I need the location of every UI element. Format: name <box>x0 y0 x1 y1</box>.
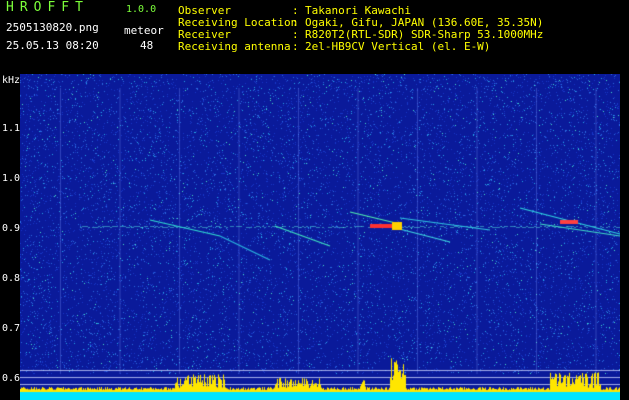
header-panel: HROFFT 1.0.0 2505130820.png meteor 25.05… <box>0 0 629 74</box>
y-tick-label: 1.1 <box>2 123 21 134</box>
app-version: 1.0.0 <box>126 4 157 15</box>
y-tick-label: 0.6 <box>2 373 21 384</box>
antenna-label: Receiving antenna <box>178 40 291 53</box>
y-tick-label: 0.7 <box>2 323 21 334</box>
spectrogram <box>20 74 620 400</box>
date-time: 25.05.13 08:20 <box>6 39 99 52</box>
y-tick-label: 0.8 <box>2 273 21 284</box>
y-tick-label: 0.9 <box>2 223 21 234</box>
y-tick-label: 1.0 <box>2 173 21 184</box>
antenna-colon: : <box>292 40 299 53</box>
file-name: 2505130820.png <box>6 21 99 34</box>
meteor-label: meteor <box>124 24 164 37</box>
meteor-count: 48 <box>140 39 154 52</box>
app-name: HROFFT <box>6 0 89 15</box>
unit-label: kHz <box>2 75 21 86</box>
antenna-value: 2el-HB9CV Vertical (el. E-W) <box>305 40 491 53</box>
